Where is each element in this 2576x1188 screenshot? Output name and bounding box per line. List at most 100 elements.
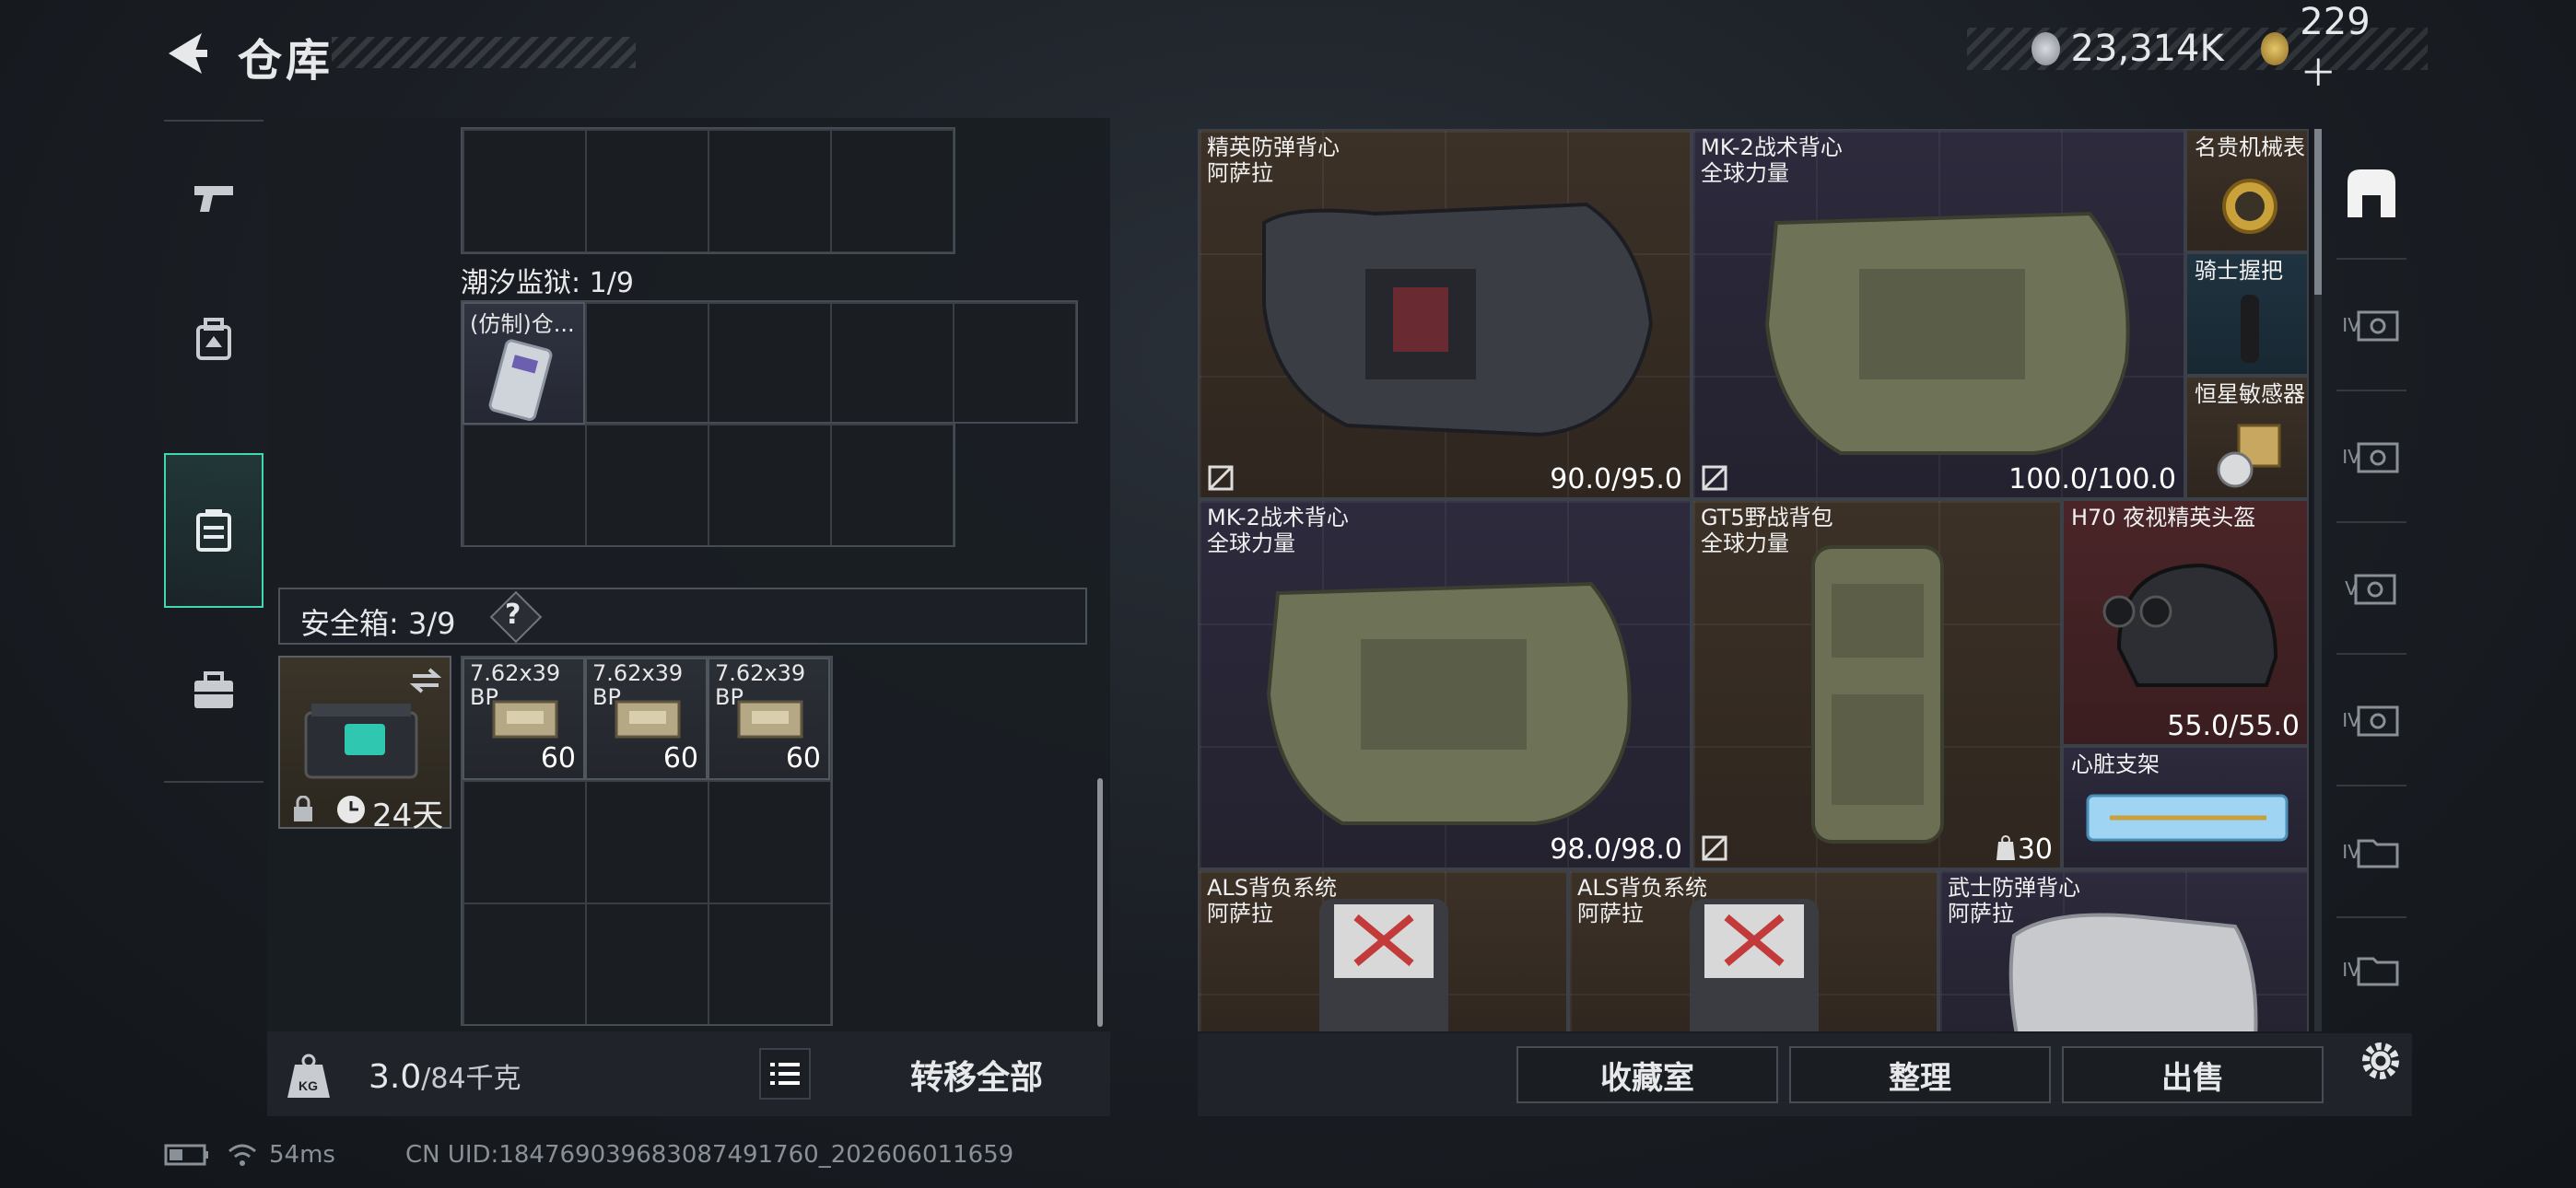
item-name: 骑士握把 bbox=[2195, 258, 2283, 284]
stash-page-7[interactable]: IV bbox=[2329, 919, 2414, 1020]
weight-max: /84千克 bbox=[421, 1063, 521, 1095]
stash-item-als[interactable]: ALS背负系统 阿萨拉 bbox=[1198, 869, 1568, 1031]
ping-value: 54ms bbox=[269, 1141, 335, 1169]
transfer-all-button[interactable]: 转移全部 bbox=[848, 1044, 1106, 1105]
stash-folder-icon bbox=[2357, 839, 2399, 868]
item-durability: 55.0/55.0 bbox=[2167, 710, 2300, 742]
swap-icon[interactable] bbox=[409, 667, 442, 694]
item-brand: 阿萨拉 bbox=[1207, 160, 1273, 186]
watch-icon bbox=[2222, 179, 2277, 234]
stash-page-5[interactable]: IV bbox=[2329, 656, 2414, 785]
grip-icon bbox=[2241, 295, 2259, 363]
home-arch-icon bbox=[2348, 169, 2395, 217]
stash-page-6[interactable]: IV bbox=[2329, 787, 2414, 916]
sell-button[interactable]: 出售 bbox=[2062, 1046, 2324, 1103]
gold-triangle-coin-icon bbox=[2260, 32, 2289, 65]
uid-text: CN UID:18476903968308749176​0_2026060116… bbox=[404, 1141, 1014, 1169]
item-name: 心脏支架 bbox=[2071, 751, 2160, 777]
tactical-vest-icon bbox=[1764, 211, 2130, 455]
backpack-vest-icon bbox=[196, 318, 231, 360]
helmet-icon bbox=[2102, 563, 2278, 687]
ammo-item[interactable]: 7.62x39 BP 60 bbox=[463, 658, 585, 780]
weight-icon: KG bbox=[276, 1052, 341, 1105]
stash-item-star-sensor[interactable]: 恒星敏感器 bbox=[2185, 376, 2309, 499]
stash-item-elite-vest[interactable]: 精英防弹背心 阿萨拉 90.0/95.0 bbox=[1198, 129, 1692, 499]
nav-equipment[interactable] bbox=[164, 272, 263, 410]
nav-tools[interactable] bbox=[164, 622, 263, 760]
ammo-box-icon bbox=[492, 700, 558, 739]
settings-button[interactable] bbox=[2344, 1024, 2418, 1098]
stash-item-heart-stent[interactable]: 心脏支架 bbox=[2062, 746, 2309, 869]
list-icon bbox=[770, 1063, 800, 1085]
tidal-item-slot[interactable]: (仿制)仓... bbox=[463, 302, 585, 425]
item-name: 武士防弹背心 bbox=[1948, 875, 2080, 901]
clock-icon bbox=[337, 796, 365, 823]
stash-item-mk2-vest[interactable]: MK-2战术背心 全球力量 100.0/100.0 bbox=[1692, 129, 2185, 499]
list-view-button[interactable] bbox=[759, 1048, 811, 1100]
back-arrow-icon bbox=[169, 33, 207, 74]
vest-icon bbox=[2008, 913, 2258, 1031]
stash-item-grip[interactable]: 骑士握把 bbox=[2185, 252, 2309, 376]
currency-bar: 23,314K 229＋ bbox=[1967, 1, 2428, 95]
stash-scrollbar-thumb[interactable] bbox=[2314, 129, 2322, 295]
help-icon[interactable]: ? bbox=[505, 599, 521, 631]
briefcase-icon bbox=[194, 671, 233, 708]
currency-silver-value: 23,314K bbox=[2070, 28, 2224, 70]
tidal-prison-grid-lower[interactable] bbox=[461, 422, 955, 547]
item-name: GT5野战背包 bbox=[1701, 505, 1833, 530]
stash-item-als-2[interactable]: ALS背负系统 阿萨拉 bbox=[1568, 869, 1938, 1031]
inventory-scrollbar[interactable] bbox=[1097, 778, 1103, 1027]
pistol-icon bbox=[194, 186, 233, 212]
tidal-prison-label: 潮汐监狱: 1/9 bbox=[461, 267, 634, 299]
ammo-qty: 60 bbox=[785, 742, 821, 775]
stash-page-4[interactable]: V bbox=[2329, 524, 2414, 653]
container-grid-top[interactable] bbox=[461, 127, 955, 254]
back-button[interactable] bbox=[161, 26, 217, 81]
stash-page-nav: IV IV V IV IV IV bbox=[2329, 129, 2414, 1031]
item-name: H70 夜视精英头盔 bbox=[2071, 505, 2256, 530]
currency-gold-value[interactable]: 229＋ bbox=[2300, 1, 2391, 97]
item-name: 精英防弹背心 bbox=[1207, 134, 1340, 160]
sensor-icon bbox=[2217, 424, 2281, 488]
no-insurance-icon bbox=[1702, 465, 1727, 491]
status-bar: 54ms CN UID:18476903968308749176​0_20260… bbox=[164, 1136, 1013, 1173]
stash-box-icon bbox=[2357, 705, 2399, 737]
item-name: MK-2战术背心 bbox=[1207, 505, 1349, 530]
container-icon bbox=[196, 509, 231, 552]
item-name: MK-2战术背心 bbox=[1701, 134, 1843, 160]
lock-icon bbox=[294, 796, 312, 821]
ammo-item[interactable]: 7.62x39 BP 60 bbox=[585, 658, 708, 780]
access-card-icon bbox=[488, 339, 553, 422]
stash-item-mk2-vest-2[interactable]: MK-2战术背心 全球力量 98.0/98.0 bbox=[1198, 499, 1692, 869]
sort-button[interactable]: 整理 bbox=[1789, 1046, 2051, 1103]
stash-item-samurai-vest[interactable]: 武士防弹背心 阿萨拉 bbox=[1938, 869, 2309, 1031]
carrier-system-icon bbox=[1690, 899, 1819, 1031]
stash-page-3[interactable]: IV bbox=[2329, 392, 2414, 521]
weight-value: 3.0 bbox=[369, 1058, 422, 1096]
ammo-qty: 60 bbox=[540, 742, 576, 775]
item-name: 名贵机械表 bbox=[2195, 134, 2305, 160]
nav-container[interactable] bbox=[164, 453, 263, 608]
item-name: 恒星敏感器 bbox=[2195, 381, 2305, 407]
armor-vest-icon bbox=[1262, 202, 1654, 437]
item-durability: 98.0/98.0 bbox=[1550, 833, 1682, 866]
collection-room-button[interactable]: 收藏室 bbox=[1516, 1046, 1778, 1103]
safe-box-days: 24天 bbox=[372, 798, 444, 834]
wifi-icon bbox=[228, 1144, 256, 1166]
stash-item-h70-helmet[interactable]: H70 夜视精英头盔 55.0/55.0 bbox=[2062, 499, 2309, 746]
silver-coin-icon bbox=[2032, 32, 2060, 65]
stash-item-gt5-backpack[interactable]: GT5野战背包 全球力量 30 bbox=[1692, 499, 2062, 869]
item-durability: 90.0/95.0 bbox=[1550, 463, 1682, 495]
stash-page-2[interactable]: IV bbox=[2329, 261, 2414, 390]
safe-box-slot[interactable]: 24天 bbox=[278, 656, 451, 834]
no-insurance-icon bbox=[1208, 465, 1234, 491]
svg-text:KG: KG bbox=[299, 1078, 318, 1093]
safe-box-header: 安全箱: 3/9 ? bbox=[278, 588, 1087, 645]
stash-item-watch[interactable]: 名贵机械表 bbox=[2185, 129, 2309, 252]
stash-page-home[interactable] bbox=[2329, 129, 2414, 258]
nav-weapons[interactable] bbox=[164, 129, 263, 267]
ammo-item[interactable]: 7.62x39 BP 60 bbox=[708, 658, 830, 780]
ammo-box-icon bbox=[737, 700, 803, 739]
stash-box-icon bbox=[2357, 310, 2399, 342]
stent-icon bbox=[2086, 794, 2289, 842]
